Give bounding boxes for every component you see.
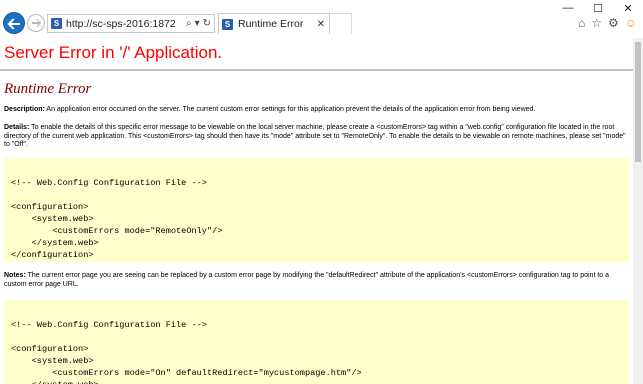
page-title: Server Error in '/' Application. — [4, 43, 223, 62]
scrollbar-thumb[interactable] — [635, 42, 641, 162]
vertical-scrollbar[interactable] — [633, 38, 643, 384]
page-content: Server Error in '/' Application. Runtime… — [0, 38, 633, 384]
error-subtitle: Runtime Error — [4, 81, 92, 97]
refresh-icon[interactable]: ↻ — [203, 18, 211, 29]
home-icon[interactable]: ⌂ — [578, 16, 585, 30]
back-button[interactable] — [3, 12, 25, 34]
details-paragraph: Details: To enable the details of this s… — [4, 124, 626, 150]
forward-button[interactable] — [27, 14, 45, 32]
smiley-feedback-icon[interactable]: ☺ — [625, 16, 637, 30]
notes-paragraph: Notes: The current error page you are se… — [4, 272, 626, 289]
search-icon[interactable]: ⌕ — [186, 18, 192, 29]
details-label: Details: — [4, 124, 30, 131]
new-tab-button[interactable] — [331, 13, 352, 34]
toolbar-icons: ⌂ ☆ ⚙ ☺ — [578, 16, 637, 30]
tab-runtime-error[interactable]: S Runtime Error ✕ — [218, 13, 330, 34]
sharepoint-tab-favicon-icon: S — [222, 18, 233, 30]
code-block-1: <!-- Web.Config Configuration File --> <… — [4, 158, 629, 262]
description-paragraph: Description: An application error occurr… — [4, 106, 626, 115]
notes-label: Notes: — [4, 272, 26, 279]
description-label: Description: — [4, 106, 45, 113]
address-actions: ⌕ ▾ ↻ — [186, 18, 211, 29]
minimize-button[interactable]: — — [553, 0, 583, 16]
settings-gear-icon[interactable]: ⚙ — [608, 16, 619, 30]
tab-close-icon[interactable]: ✕ — [317, 19, 325, 30]
close-window-button[interactable]: ✕ — [613, 0, 643, 16]
notes-text: The current error page you are seeing ca… — [4, 272, 610, 288]
address-bar[interactable]: S http://sc-sps-2016:18720/applicat ⌕ ▾ … — [47, 14, 215, 33]
title-divider — [0, 69, 633, 71]
code-block-2-text: <!-- Web.Config Configuration File --> <… — [11, 320, 362, 384]
code-block-1-text: <!-- Web.Config Configuration File --> <… — [11, 178, 223, 260]
description-text: An application error occurred on the ser… — [44, 106, 536, 113]
window-controls: — ☐ ✕ — [553, 0, 643, 16]
favorites-star-icon[interactable]: ☆ — [591, 16, 602, 30]
details-text: To enable the details of this specific e… — [4, 124, 626, 148]
maximize-button[interactable]: ☐ — [583, 0, 613, 16]
code-block-2: <!-- Web.Config Configuration File --> <… — [4, 300, 629, 384]
tab-title: Runtime Error — [238, 18, 304, 30]
dropdown-icon[interactable]: ▾ — [195, 18, 200, 29]
sharepoint-favicon-icon: S — [51, 18, 62, 29]
browser-chrome: — ☐ ✕ S http://sc-sps-2016:18720/applica… — [0, 0, 643, 38]
address-url[interactable]: http://sc-sps-2016:18720/applicat — [66, 18, 176, 30]
